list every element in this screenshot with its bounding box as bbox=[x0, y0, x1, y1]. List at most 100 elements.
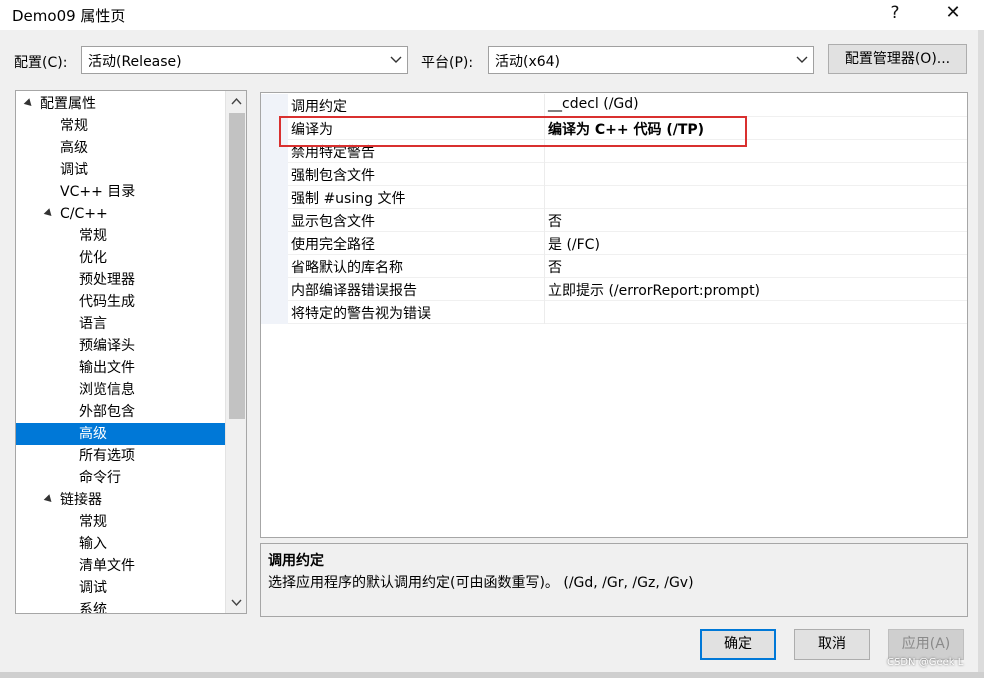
tree-item[interactable]: 代码生成 bbox=[16, 291, 225, 313]
property-row[interactable]: 省略默认的库名称 否 bbox=[261, 255, 967, 278]
property-name: 内部编译器错误报告 bbox=[291, 283, 417, 299]
property-value[interactable]: 是 (/FC) bbox=[548, 234, 600, 254]
tree-item-label: 高级 bbox=[79, 426, 107, 442]
property-row[interactable]: 内部编译器错误报告 立即提示 (/errorReport:prompt) bbox=[261, 278, 967, 301]
cancel-button[interactable]: 取消 bbox=[794, 629, 870, 660]
platform-combo-value: 活动(x64) bbox=[495, 54, 561, 70]
column-divider bbox=[544, 301, 545, 324]
tree-item-label: 优化 bbox=[79, 250, 107, 266]
property-value[interactable]: 否 bbox=[548, 211, 562, 231]
tree-item-label: 系统 bbox=[79, 602, 107, 614]
row-gutter bbox=[261, 301, 288, 324]
property-name: 强制 #using 文件 bbox=[291, 191, 406, 207]
tree-item-label: 外部包含 bbox=[79, 404, 135, 420]
expand-triangle-icon[interactable] bbox=[43, 208, 55, 219]
tree-item[interactable]: 清单文件 bbox=[16, 555, 225, 577]
property-row[interactable]: 将特定的警告视为错误 bbox=[261, 301, 967, 324]
property-tree[interactable]: 配置属性 常规 高级 调试 VC++ 目录 C/C++ 常规 优化 预处理器 代码生成 语言 预编译头… bbox=[15, 90, 247, 614]
property-row[interactable]: 强制包含文件 bbox=[261, 163, 967, 186]
tree-item[interactable]: 预处理器 bbox=[16, 269, 225, 291]
tree-item[interactable]: 命令行 bbox=[16, 467, 225, 489]
column-divider bbox=[544, 255, 545, 278]
tree-item[interactable]: 所有选项 bbox=[16, 445, 225, 467]
tree-item[interactable]: 系统 bbox=[16, 599, 225, 614]
chevron-down-icon bbox=[390, 56, 402, 63]
tree-item-label: C/C++ bbox=[60, 206, 108, 222]
tree-item-label: 预处理器 bbox=[79, 272, 135, 288]
column-divider bbox=[544, 186, 545, 209]
tree-item-label: VC++ 目录 bbox=[60, 184, 136, 200]
property-grid[interactable]: 调用约定 __cdecl (/Gd) 编译为 编译为 C++ 代码 (/TP) 禁用特定… bbox=[260, 92, 968, 538]
tree-item-label: 所有选项 bbox=[79, 448, 135, 464]
property-row[interactable]: 强制 #using 文件 bbox=[261, 186, 967, 209]
description-panel: 调用约定 选择应用程序的默认调用约定(可由函数重写)。 (/Gd, /Gr, /… bbox=[260, 543, 968, 617]
row-gutter bbox=[261, 163, 288, 186]
property-name: 省略默认的库名称 bbox=[291, 260, 403, 276]
help-icon[interactable]: ? bbox=[872, 0, 918, 30]
tree-item[interactable]: 输入 bbox=[16, 533, 225, 555]
tree-item[interactable]: 预编译头 bbox=[16, 335, 225, 357]
property-name: 调用约定 bbox=[291, 99, 347, 115]
tree-item[interactable]: 常规 bbox=[16, 115, 225, 137]
tree-item[interactable]: C/C++ bbox=[16, 203, 225, 225]
description-title: 调用约定 bbox=[268, 553, 324, 569]
row-gutter bbox=[261, 255, 288, 278]
apply-button[interactable]: 应用(A) bbox=[888, 629, 964, 660]
tree-item[interactable]: 调试 bbox=[16, 159, 225, 181]
tree-item[interactable]: 输出文件 bbox=[16, 357, 225, 379]
highlight-annotation bbox=[279, 116, 747, 147]
scroll-thumb[interactable] bbox=[229, 113, 245, 419]
column-divider bbox=[544, 209, 545, 232]
tree-item[interactable]: VC++ 目录 bbox=[16, 181, 225, 203]
tree-item-label: 调试 bbox=[79, 580, 107, 596]
property-value[interactable]: __cdecl (/Gd) bbox=[548, 96, 639, 112]
close-icon[interactable]: ✕ bbox=[930, 0, 976, 30]
scroll-up-icon[interactable] bbox=[230, 94, 243, 110]
property-row[interactable]: 调用约定 __cdecl (/Gd) bbox=[261, 94, 967, 117]
config-manager-button[interactable]: 配置管理器(O)... bbox=[828, 44, 967, 74]
tree-item[interactable]: 优化 bbox=[16, 247, 225, 269]
tree-item-label: 清单文件 bbox=[79, 558, 135, 574]
property-name: 显示包含文件 bbox=[291, 214, 375, 230]
tree-item[interactable]: 高级 bbox=[16, 137, 225, 159]
expand-triangle-icon[interactable] bbox=[23, 98, 35, 109]
column-divider bbox=[544, 163, 545, 186]
tree-item[interactable]: 浏览信息 bbox=[16, 379, 225, 401]
column-divider bbox=[544, 232, 545, 255]
property-value[interactable]: 立即提示 (/errorReport:prompt) bbox=[548, 280, 760, 300]
tree-item-label: 常规 bbox=[60, 118, 88, 134]
tree-item[interactable]: 链接器 bbox=[16, 489, 225, 511]
property-row[interactable]: 使用完全路径 是 (/FC) bbox=[261, 232, 967, 255]
tree-item[interactable]: 常规 bbox=[16, 511, 225, 533]
chevron-down-icon bbox=[796, 56, 808, 63]
tree-item[interactable]: 调试 bbox=[16, 577, 225, 599]
platform-combo[interactable]: 活动(x64) bbox=[488, 46, 814, 74]
tree-item[interactable]: 常规 bbox=[16, 225, 225, 247]
background-strip bbox=[0, 672, 984, 678]
title-bar: Demo09 属性页 ? ✕ bbox=[0, 0, 984, 30]
tree-scrollbar[interactable] bbox=[225, 91, 246, 613]
tree-item[interactable]: 语言 bbox=[16, 313, 225, 335]
property-value[interactable]: 否 bbox=[548, 257, 562, 277]
expand-triangle-icon[interactable] bbox=[43, 494, 55, 505]
row-gutter bbox=[261, 232, 288, 255]
tree-item-label: 输出文件 bbox=[79, 360, 135, 376]
ok-button[interactable]: 确定 bbox=[700, 629, 776, 660]
tree-item-label: 链接器 bbox=[60, 492, 102, 508]
tree-item-label: 高级 bbox=[60, 140, 88, 156]
background-strip bbox=[978, 30, 984, 678]
row-gutter bbox=[261, 186, 288, 209]
config-combo[interactable]: 活动(Release) bbox=[81, 46, 408, 74]
tree-item-label: 常规 bbox=[79, 514, 107, 530]
scroll-down-icon[interactable] bbox=[230, 594, 243, 610]
tree-item-label: 输入 bbox=[79, 536, 107, 552]
property-row[interactable]: 显示包含文件 否 bbox=[261, 209, 967, 232]
config-combo-value: 活动(Release) bbox=[88, 54, 182, 70]
tree-item[interactable]: 外部包含 bbox=[16, 401, 225, 423]
property-name: 将特定的警告视为错误 bbox=[291, 306, 431, 322]
tree-item[interactable]: 高级 bbox=[16, 423, 225, 445]
property-name: 强制包含文件 bbox=[291, 168, 375, 184]
tree-item[interactable]: 配置属性 bbox=[16, 93, 225, 115]
row-gutter bbox=[261, 278, 288, 301]
tree-item-label: 代码生成 bbox=[79, 294, 135, 310]
